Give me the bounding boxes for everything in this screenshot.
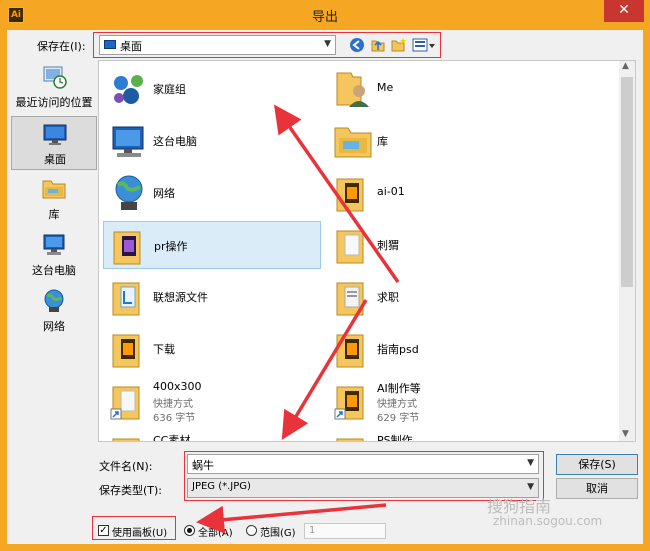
folder-icon bbox=[336, 178, 364, 212]
save-button[interactable]: 保存(S) bbox=[556, 454, 638, 475]
file-name: AI制作等 bbox=[377, 382, 421, 395]
file-item-400x300[interactable]: 400x300 快捷方式 636 字节 bbox=[103, 377, 321, 425]
place-network[interactable]: 网络 bbox=[11, 284, 97, 338]
file-type: 快捷方式 bbox=[377, 399, 417, 410]
scroll-up-icon[interactable]: ▲ bbox=[622, 61, 629, 71]
place-label: 网络 bbox=[43, 320, 65, 333]
file-item-job[interactable]: 求职 bbox=[327, 273, 545, 321]
file-item-guide-psd[interactable]: 指南psd bbox=[327, 325, 545, 373]
new-folder-icon[interactable] bbox=[391, 37, 407, 53]
recent-places-icon bbox=[43, 66, 67, 89]
place-label: 这台电脑 bbox=[32, 264, 76, 277]
libraries-icon bbox=[42, 180, 66, 199]
folder-icon bbox=[336, 334, 364, 368]
file-item-ai-01[interactable]: ai-01 bbox=[327, 169, 545, 217]
all-radio[interactable] bbox=[184, 525, 195, 536]
folder-icon bbox=[336, 230, 364, 264]
file-item-pr[interactable]: pr操作 bbox=[103, 221, 321, 269]
file-item-this-pc[interactable]: 这台电脑 bbox=[103, 117, 321, 165]
folder-icon bbox=[112, 438, 140, 441]
folder-icon bbox=[113, 231, 141, 265]
folder-icon bbox=[112, 334, 140, 368]
filetype-label: 保存类型(T): bbox=[99, 484, 163, 497]
range-label: 范围(G) bbox=[260, 528, 296, 539]
file-item-lenovo[interactable]: 联想源文件 bbox=[103, 273, 321, 321]
file-name: 这台电脑 bbox=[153, 135, 197, 148]
view-menu-icon[interactable] bbox=[412, 37, 436, 53]
highlight-location bbox=[93, 32, 441, 58]
save-in-label: 保存在(I): bbox=[37, 40, 86, 53]
file-name: 下载 bbox=[153, 343, 175, 356]
title-bar: Ai 导出 ✕ bbox=[0, 0, 650, 30]
range-radio[interactable] bbox=[246, 525, 257, 536]
vertical-scrollbar[interactable]: ▲ ▼ bbox=[619, 61, 635, 441]
file-list[interactable]: 家庭组 Me 这台电脑 库 网络 ai-01 pr操作 刺猬 联想源文件 求职 … bbox=[98, 60, 636, 442]
file-name: PS制作 bbox=[377, 434, 413, 442]
network-globe-icon bbox=[115, 175, 143, 210]
place-recent[interactable]: 最近访问的位置 bbox=[11, 60, 97, 114]
highlight-artboards bbox=[92, 516, 176, 540]
cancel-button[interactable]: 取消 bbox=[556, 478, 638, 499]
file-name: Me bbox=[377, 81, 394, 94]
file-name: CC素材 bbox=[153, 434, 191, 442]
dialog-title: 导出 bbox=[311, 10, 338, 25]
folder-icon bbox=[336, 282, 364, 316]
file-name: 刺猬 bbox=[377, 239, 399, 252]
file-item-me[interactable]: Me bbox=[327, 65, 545, 113]
file-name: 家庭组 bbox=[153, 83, 186, 96]
user-folder-icon bbox=[336, 72, 369, 107]
file-size: 636 字节 bbox=[153, 413, 196, 424]
this-pc-icon bbox=[43, 234, 65, 255]
back-arrow-icon[interactable] bbox=[349, 37, 365, 53]
file-name: 求职 bbox=[377, 291, 399, 304]
file-name: 网络 bbox=[153, 187, 175, 200]
file-name: 联想源文件 bbox=[153, 291, 208, 304]
file-name: 400x300 bbox=[153, 380, 202, 393]
shortcut-folder-icon bbox=[110, 386, 140, 420]
place-this-pc[interactable]: 这台电脑 bbox=[11, 228, 97, 282]
file-type: 快捷方式 bbox=[153, 399, 193, 410]
file-name: pr操作 bbox=[154, 240, 188, 253]
file-item-hedgehog[interactable]: 刺猬 bbox=[327, 221, 545, 269]
scroll-thumb[interactable] bbox=[621, 77, 633, 287]
place-label: 库 bbox=[48, 208, 60, 221]
up-folder-icon[interactable] bbox=[370, 37, 386, 53]
homegroup-icon bbox=[114, 75, 143, 104]
dialog-body: 保存在(I): 桌面 ▼ 最近访问的位置 桌面 库 这台电脑 网络 家庭组 Me… bbox=[7, 30, 643, 544]
filename-label: 文件名(N): bbox=[99, 460, 153, 473]
range-input[interactable]: 1 bbox=[304, 523, 386, 539]
place-desktop[interactable]: 桌面 bbox=[11, 116, 97, 170]
library-folder-icon bbox=[334, 127, 372, 158]
file-item-ai-make[interactable]: AI制作等 快捷方式 629 字节 bbox=[327, 377, 545, 425]
places-bar: 最近访问的位置 桌面 库 这台电脑 网络 bbox=[11, 60, 97, 360]
place-label: 最近访问的位置 bbox=[15, 96, 93, 109]
scroll-down-icon[interactable]: ▼ bbox=[622, 429, 629, 439]
computer-icon bbox=[112, 126, 144, 157]
all-label: 全部(A) bbox=[198, 528, 233, 539]
watermark-url: zhinan.sogou.com bbox=[493, 514, 603, 528]
folder-icon bbox=[112, 282, 140, 316]
file-item-library[interactable]: 库 bbox=[327, 117, 545, 165]
file-name: 库 bbox=[377, 135, 388, 148]
file-item-download[interactable]: 下载 bbox=[103, 325, 321, 373]
file-item-cc[interactable]: CC素材 bbox=[103, 429, 321, 442]
place-label: 桌面 bbox=[44, 153, 66, 166]
file-item-ps[interactable]: PS制作 bbox=[327, 429, 545, 442]
file-item-network[interactable]: 网络 bbox=[103, 169, 321, 217]
network-icon bbox=[44, 289, 64, 312]
file-item-homegroup[interactable]: 家庭组 bbox=[103, 65, 321, 113]
file-name: 指南psd bbox=[377, 343, 419, 356]
desktop-icon bbox=[43, 124, 67, 145]
dialog-frame: 保存在(I): 桌面 ▼ 最近访问的位置 桌面 库 这台电脑 网络 家庭组 Me… bbox=[0, 30, 650, 551]
close-button[interactable]: ✕ bbox=[604, 0, 644, 22]
place-libraries[interactable]: 库 bbox=[11, 172, 97, 226]
file-name: ai-01 bbox=[377, 185, 405, 198]
file-size: 629 字节 bbox=[377, 413, 420, 424]
shortcut-ai-icon bbox=[334, 386, 364, 420]
folder-icon bbox=[336, 438, 364, 441]
